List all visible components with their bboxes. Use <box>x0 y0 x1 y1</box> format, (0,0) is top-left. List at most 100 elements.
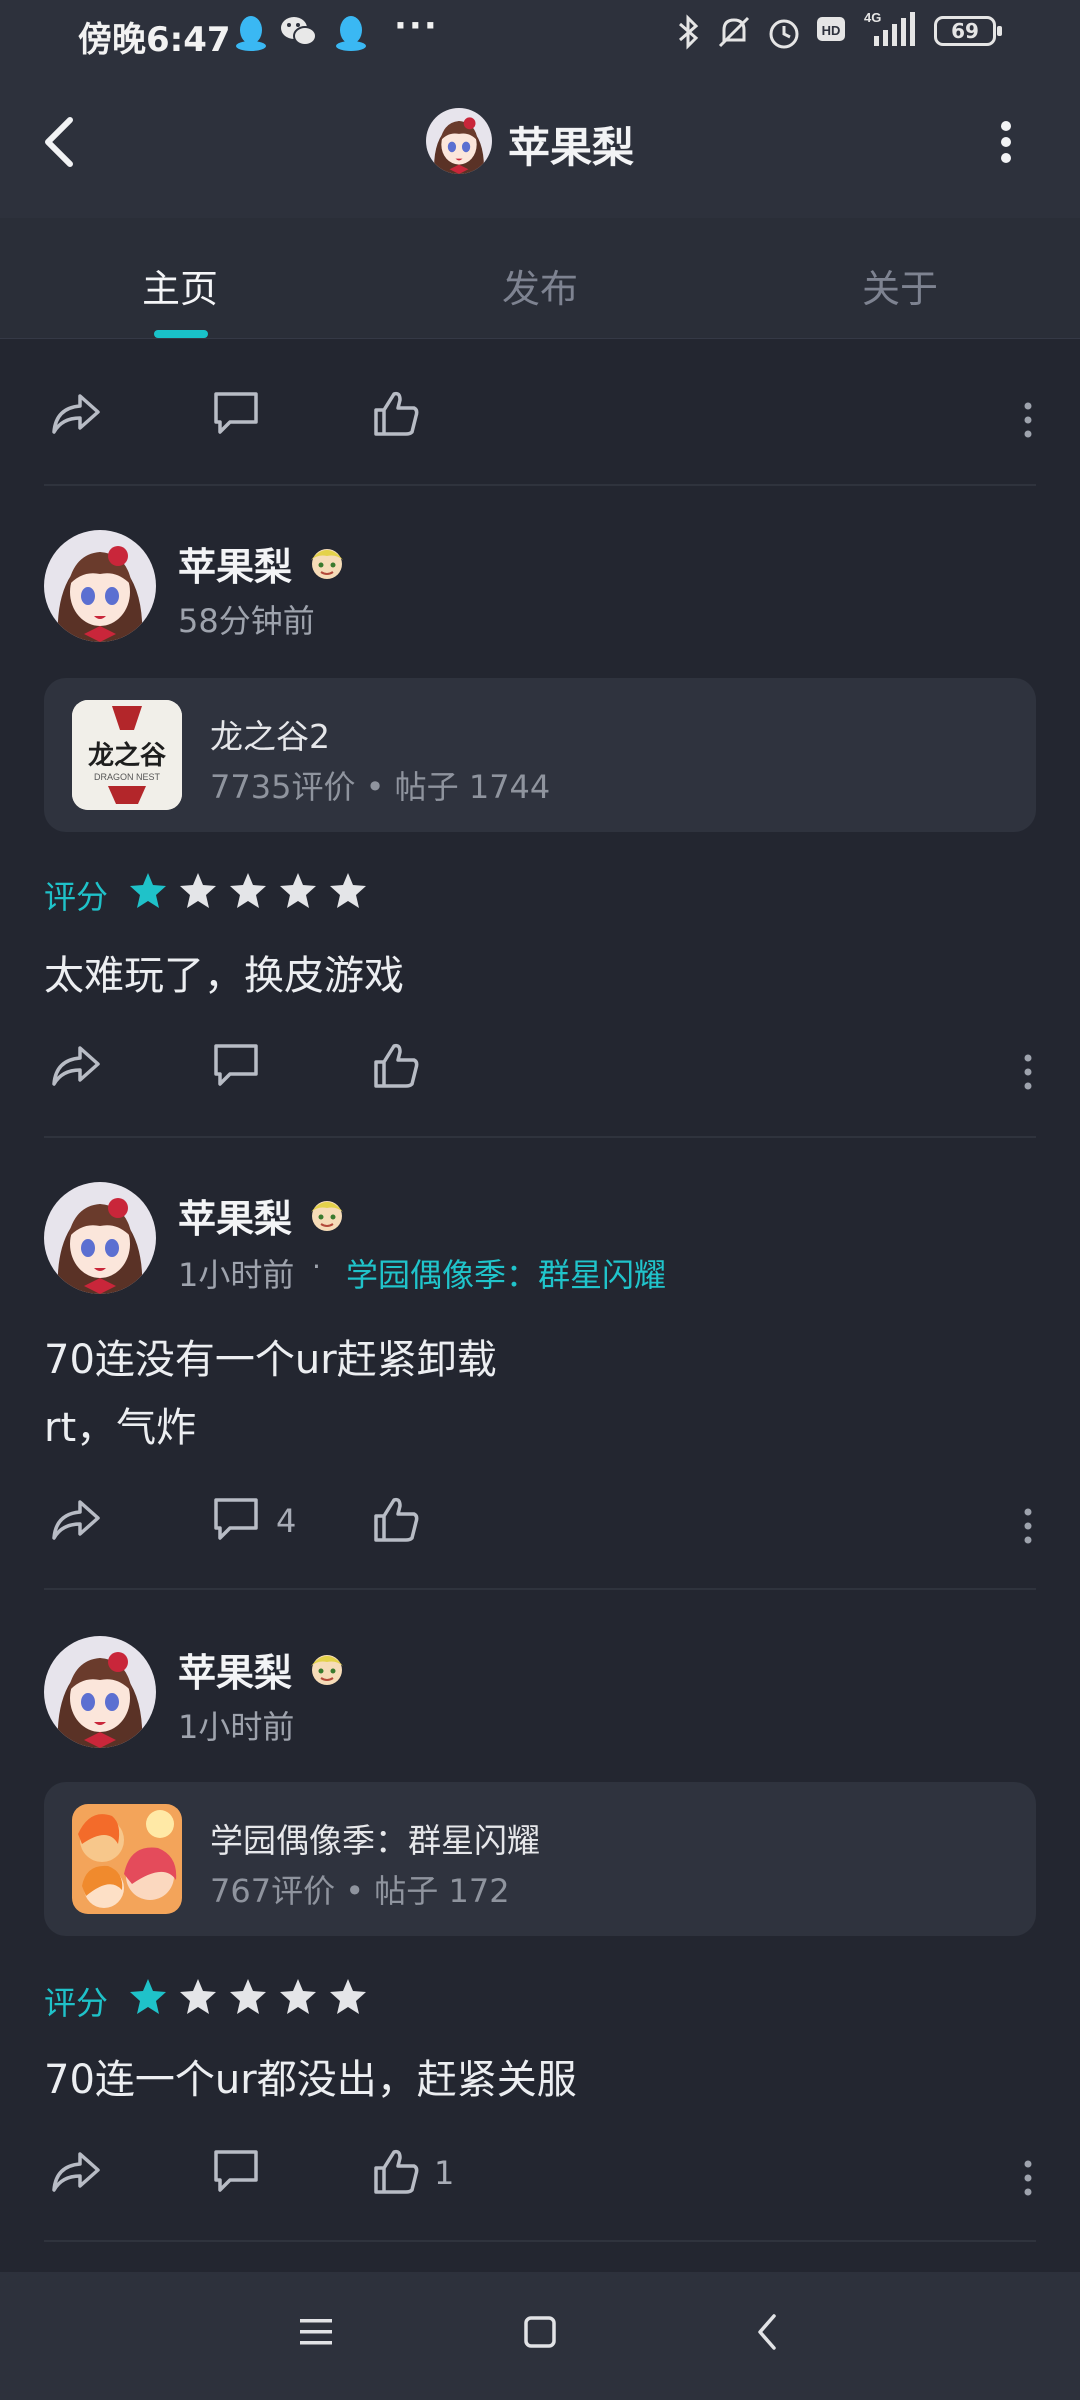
game-stats: 767评价 • 帖子 172 <box>210 1872 510 1910</box>
svg-text:DRAGON NEST: DRAGON NEST <box>94 772 161 782</box>
avatar-image <box>44 1636 156 1748</box>
game-title: 学园偶像季：群星闪耀 <box>210 1821 540 1860</box>
svg-text:HD: HD <box>822 23 841 38</box>
hd-icon: HD <box>817 17 845 41</box>
status-time: 傍晚6:47 <box>78 20 231 60</box>
action-row: 1 <box>0 2146 1080 2206</box>
avatar[interactable] <box>44 530 156 642</box>
comment-icon[interactable] <box>212 2146 260 2198</box>
star-filled-icon <box>130 873 166 908</box>
star-empty-icon <box>180 1979 216 2014</box>
game-card[interactable]: 学园偶像季：群星闪耀 767评价 • 帖子 172 <box>44 1782 1036 1936</box>
status-bar: 傍晚6:47 ··· HD 4G 69 <box>0 0 1080 66</box>
separator-dot: · <box>312 1250 321 1283</box>
post-time: 1小时前 <box>178 1708 295 1746</box>
more-notifications-icon: ··· <box>394 6 439 46</box>
user-badge-icon <box>311 1201 343 1231</box>
divider <box>44 1588 1036 1590</box>
comment-icon[interactable] <box>212 1494 260 1546</box>
mute-bell-icon <box>718 16 750 48</box>
alarm-icon <box>769 19 799 49</box>
star-empty-icon <box>180 873 216 908</box>
divider <box>44 1136 1036 1138</box>
post-text[interactable]: 70连没有一个ur赶紧卸载 rt，气炸 <box>44 1326 497 1462</box>
star-empty-icon <box>280 1979 316 2014</box>
user-badge-icon <box>311 549 343 579</box>
system-nav-bar <box>0 2272 1080 2400</box>
share-icon[interactable] <box>50 2146 102 2198</box>
star-empty-icon <box>230 1979 266 2014</box>
qq-icon <box>236 16 266 51</box>
like-icon[interactable] <box>372 2146 420 2198</box>
svg-text:4G: 4G <box>864 10 881 25</box>
post-text-line: rt，气炸 <box>44 1405 197 1451</box>
action-row <box>0 1040 1080 1100</box>
game-link[interactable]: 学园偶像季：群星闪耀 <box>346 1250 666 1296</box>
game-card[interactable]: 龙之谷 DRAGON NEST 龙之谷2 7735评价 • 帖子 1744 <box>44 678 1036 832</box>
star-empty-icon <box>330 873 366 908</box>
post-more-icon[interactable] <box>1022 402 1034 438</box>
post-time: 1小时前 <box>178 1256 295 1294</box>
back-arrow-icon[interactable] <box>38 112 82 172</box>
more-options-icon[interactable] <box>994 120 1018 164</box>
share-icon[interactable] <box>50 1494 102 1546</box>
top-bar: 傍晚6:47 ··· HD 4G 69 苹果梨 <box>0 0 1080 218</box>
rating-label: 评分 <box>44 1984 109 2022</box>
game-icon <box>72 1804 182 1914</box>
post-more-icon[interactable] <box>1022 2160 1034 2196</box>
action-row: 4 <box>0 1494 1080 1554</box>
like-icon[interactable] <box>372 1040 420 1092</box>
star-empty-icon <box>330 1979 366 2014</box>
dragon-nest-logo-icon: 龙之谷 DRAGON NEST <box>72 700 182 810</box>
menu-icon[interactable] <box>298 2314 334 2350</box>
wechat-icon <box>281 17 317 46</box>
like-icon[interactable] <box>372 1494 420 1546</box>
star-filled-icon <box>130 1979 166 2014</box>
rating-stars <box>130 873 366 908</box>
post-more-icon[interactable] <box>1022 1508 1034 1544</box>
comment-count: 4 <box>276 1502 297 1540</box>
divider <box>44 2240 1036 2242</box>
idol-game-icon <box>72 1804 182 1914</box>
comment-icon[interactable] <box>212 388 260 440</box>
profile-avatar[interactable] <box>426 108 492 174</box>
avatar[interactable] <box>44 1636 156 1748</box>
qq-icon <box>336 16 366 51</box>
rating-stars <box>130 1979 366 2014</box>
signal-icon: 4G <box>864 10 915 46</box>
tab-about[interactable]: 关于 <box>862 258 938 313</box>
profile-tabs: 主页 发布 关于 <box>0 218 1080 339</box>
action-row <box>0 388 1080 448</box>
post-text-line: 70连没有一个ur赶紧卸载 <box>44 1337 497 1383</box>
star-empty-icon <box>280 873 316 908</box>
like-icon[interactable] <box>372 388 420 440</box>
avatar-image <box>426 108 492 174</box>
share-icon[interactable] <box>50 388 102 440</box>
author-name[interactable]: 苹果梨 <box>178 1188 292 1243</box>
game-title: 龙之谷2 <box>210 717 330 756</box>
user-badge-icon <box>311 1655 343 1685</box>
author-name[interactable]: 苹果梨 <box>178 1642 292 1697</box>
home-icon[interactable] <box>522 2314 558 2350</box>
tab-posts[interactable]: 发布 <box>502 258 578 313</box>
rating-label: 评分 <box>44 878 109 916</box>
game-stats: 7735评价 • 帖子 1744 <box>210 768 551 806</box>
share-icon[interactable] <box>50 1040 102 1092</box>
post-text[interactable]: 70连一个ur都没出，赶紧关服 <box>44 2046 577 2114</box>
post-more-icon[interactable] <box>1022 1054 1034 1090</box>
system-back-icon[interactable] <box>752 2312 782 2352</box>
comment-icon[interactable] <box>212 1040 260 1092</box>
avatar[interactable] <box>44 1182 156 1294</box>
post-text[interactable]: 太难玩了，换皮游戏 <box>44 942 404 1010</box>
author-name[interactable]: 苹果梨 <box>178 536 292 591</box>
svg-text:龙之谷: 龙之谷 <box>88 740 167 771</box>
post-time: 58分钟前 <box>178 602 315 640</box>
like-count: 1 <box>434 2154 455 2192</box>
page-title: 苹果梨 <box>508 123 635 172</box>
game-icon: 龙之谷 DRAGON NEST <box>72 700 182 810</box>
star-empty-icon <box>230 873 266 908</box>
avatar-image <box>44 1182 156 1294</box>
tab-home[interactable]: 主页 <box>142 258 218 313</box>
bluetooth-icon <box>679 14 699 50</box>
divider <box>44 484 1036 486</box>
